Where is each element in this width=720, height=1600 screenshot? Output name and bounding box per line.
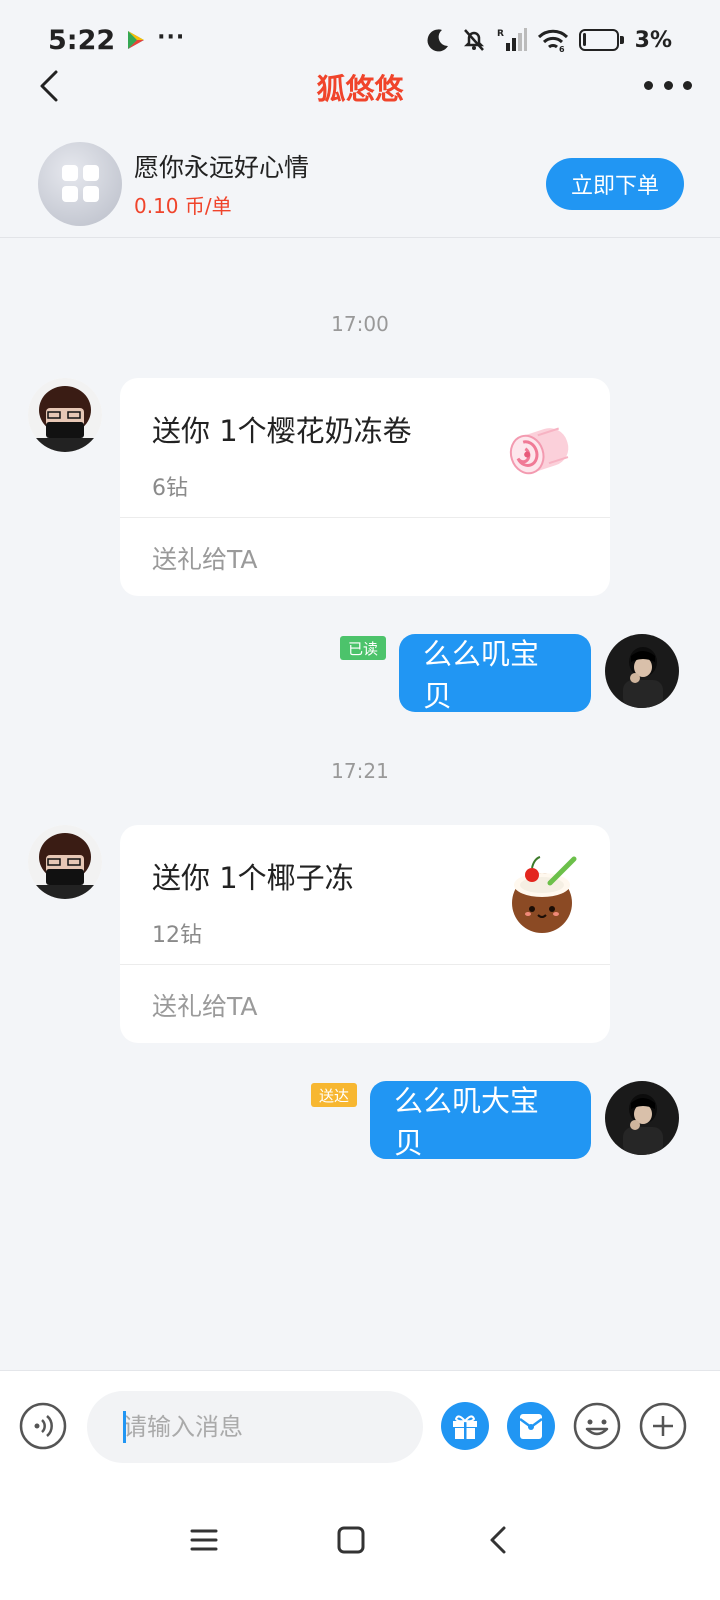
moon-icon: [427, 29, 448, 52]
grid-apps-icon: [61, 165, 99, 202]
message-input[interactable]: [87, 1391, 423, 1463]
wifi-icon: 6: [537, 29, 568, 53]
gift-title: 送你 1个樱花奶冻卷: [152, 414, 412, 448]
status-time: 5:22: [48, 24, 116, 56]
message-bubble[interactable]: 么么叽大宝贝: [370, 1081, 591, 1160]
gift-icon[interactable]: [440, 1401, 490, 1451]
avatar[interactable]: [28, 825, 102, 899]
battery-percent: 3%: [634, 27, 672, 53]
mute-bell-icon: [463, 29, 484, 51]
message-bubble[interactable]: 么么叽宝贝: [399, 634, 591, 713]
gift-cost: 6钻: [152, 476, 188, 501]
service-name: 愿你永远好心情: [134, 153, 310, 182]
read-status-badge: 已读: [340, 636, 387, 660]
signal-icon: R: [497, 28, 527, 51]
menu-icon[interactable]: [184, 1520, 224, 1560]
my-avatar[interactable]: [605, 634, 679, 708]
send-gift-link[interactable]: 送礼给TA: [152, 540, 257, 576]
delivered-status-badge: 送达: [311, 1083, 358, 1107]
order-button[interactable]: 立即下单: [546, 157, 684, 210]
home-icon[interactable]: [331, 1520, 371, 1560]
timestamp: 17:21: [331, 759, 389, 783]
input-bar: [0, 1370, 720, 1482]
status-overflow: ···: [157, 24, 186, 50]
back-icon[interactable]: [480, 1520, 520, 1560]
sakura-roll-icon: [509, 427, 569, 475]
more-dots-icon[interactable]: [644, 70, 692, 100]
service-avatar: [38, 141, 122, 226]
svg-text:R: R: [497, 29, 504, 39]
gift-title: 送你 1个椰子冻: [152, 861, 354, 895]
chat-area[interactable]: 17:00 送你 1个樱花奶冻卷 6钻 送礼给TA 已读 么么叽宝贝 17:21…: [0, 240, 720, 1370]
system-nav-bar: [0, 1482, 720, 1600]
gift-message-card[interactable]: 送你 1个樱花奶冻卷 6钻 送礼给TA: [120, 378, 610, 596]
timestamp: 17:00: [331, 312, 389, 336]
gift-message-card[interactable]: 送你 1个椰子冻 12钻 送礼给TA: [120, 825, 610, 1043]
coconut-jelly-icon: [512, 856, 577, 933]
page-title: 狐悠悠: [316, 72, 404, 106]
avatar[interactable]: [28, 378, 102, 452]
service-card: 愿你永远好心情 0.10 币/单 立即下单: [0, 130, 720, 238]
chevron-left-icon[interactable]: [32, 66, 72, 106]
emoji-icon[interactable]: [572, 1401, 622, 1451]
text-caret: [123, 1411, 126, 1443]
service-price: 0.10 币/单: [134, 194, 232, 218]
send-gift-link[interactable]: 送礼给TA: [152, 987, 257, 1023]
red-packet-icon[interactable]: [506, 1401, 556, 1451]
chat-header: 狐悠悠: [0, 52, 720, 122]
battery-icon: [578, 29, 624, 51]
my-avatar[interactable]: [605, 1081, 679, 1155]
gift-cost: 12钻: [152, 923, 202, 948]
play-store-icon: [128, 31, 145, 49]
voice-icon[interactable]: [18, 1401, 68, 1451]
plus-icon[interactable]: [638, 1401, 688, 1451]
